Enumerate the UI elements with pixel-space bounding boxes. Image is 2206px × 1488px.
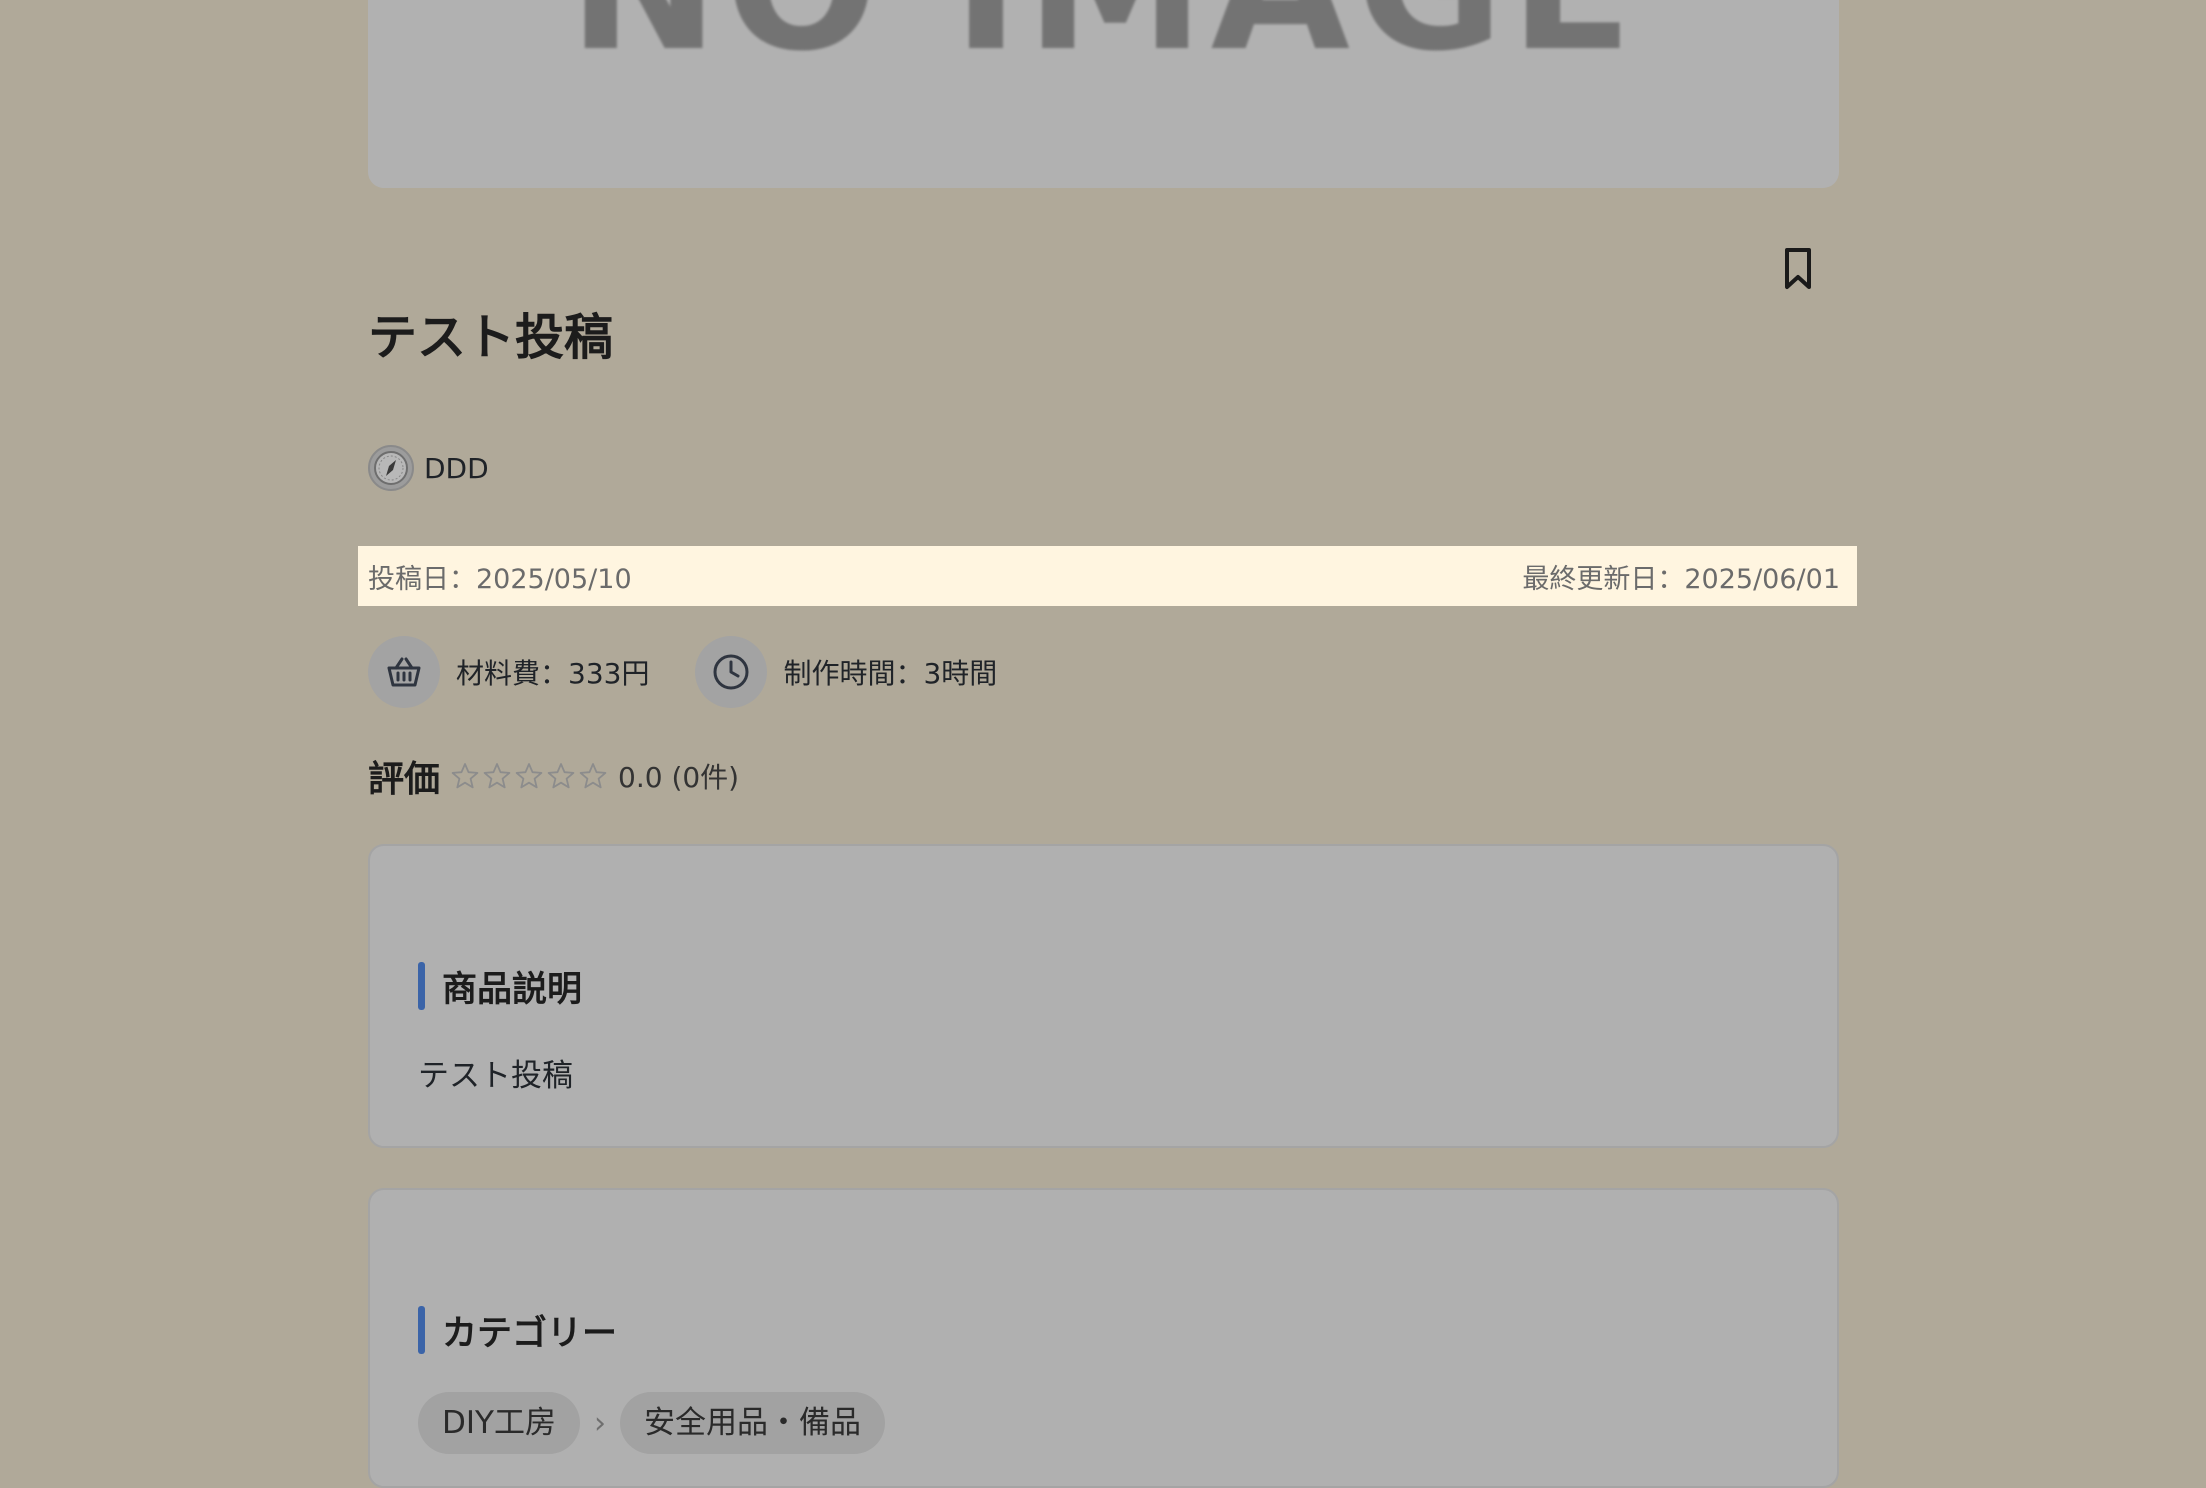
- chevron-right-icon: ›: [593, 1405, 606, 1441]
- rating-stars: [450, 761, 610, 791]
- author-info[interactable]: DDD: [368, 444, 489, 492]
- rating-value: 0.0 (0件): [618, 761, 740, 794]
- category-title: カテゴリー: [442, 1313, 618, 1354]
- description-body: テスト投稿: [418, 1058, 573, 1094]
- avatar-compass-icon: [374, 451, 408, 485]
- post-dates-bar: 投稿日：2025/05/10 最終更新日：2025/06/01: [358, 546, 1857, 606]
- star-outline-icon: [579, 763, 607, 789]
- category-chip[interactable]: 安全用品・備品: [619, 1392, 885, 1454]
- star-outline-icon: [547, 763, 575, 789]
- category-card: カテゴリー DIY工房 › 安全用品・備品: [368, 1188, 1839, 1488]
- basket-icon: [387, 657, 421, 687]
- star-outline-icon: [483, 763, 511, 789]
- updated-date: 最終更新日：2025/06/01: [1522, 563, 1840, 595]
- material-cost-text: 材料費：333円: [456, 657, 650, 690]
- heading-accent-bar: [418, 962, 425, 1010]
- author-name[interactable]: DDD: [424, 452, 489, 485]
- post-meta: 材料費：333円 制作時間：3時間: [368, 636, 1043, 708]
- no-image-text: NO IMAGE: [368, 0, 1839, 91]
- heading-accent-bar: [418, 1306, 425, 1354]
- post-detail-page: NO IMAGE テスト投稿 DDD 投稿日：2025/05/10 最終更新日：…: [358, 0, 1857, 1488]
- rating-row: 評価 0.0 (0件): [368, 750, 739, 802]
- bookmark-icon: [1785, 248, 1811, 289]
- avatar[interactable]: [368, 445, 414, 491]
- star-outline-icon: [451, 763, 479, 789]
- material-cost: 材料費：333円: [368, 636, 649, 708]
- post-image-placeholder: NO IMAGE: [368, 0, 1839, 188]
- category-heading: カテゴリー: [418, 1306, 617, 1354]
- production-time-text: 制作時間：3時間: [783, 657, 998, 690]
- description-card: 商品説明 テスト投稿: [368, 844, 1839, 1148]
- star-outline-icon: [515, 763, 543, 789]
- description-heading: 商品説明: [418, 962, 582, 1010]
- production-time: 制作時間：3時間: [695, 636, 997, 708]
- posted-date: 投稿日：2025/05/10: [368, 563, 632, 595]
- time-icon-badge: [695, 636, 768, 708]
- category-breadcrumb: DIY工房 › 安全用品・備品: [418, 1392, 885, 1454]
- bookmark-button[interactable]: [1778, 246, 1818, 292]
- cost-icon-badge: [368, 636, 440, 708]
- rating-label: 評価: [368, 759, 441, 800]
- post-title: テスト投稿: [368, 309, 614, 366]
- description-title: 商品説明: [442, 969, 583, 1010]
- clock-icon: [713, 654, 749, 690]
- category-chip[interactable]: DIY工房: [418, 1392, 580, 1454]
